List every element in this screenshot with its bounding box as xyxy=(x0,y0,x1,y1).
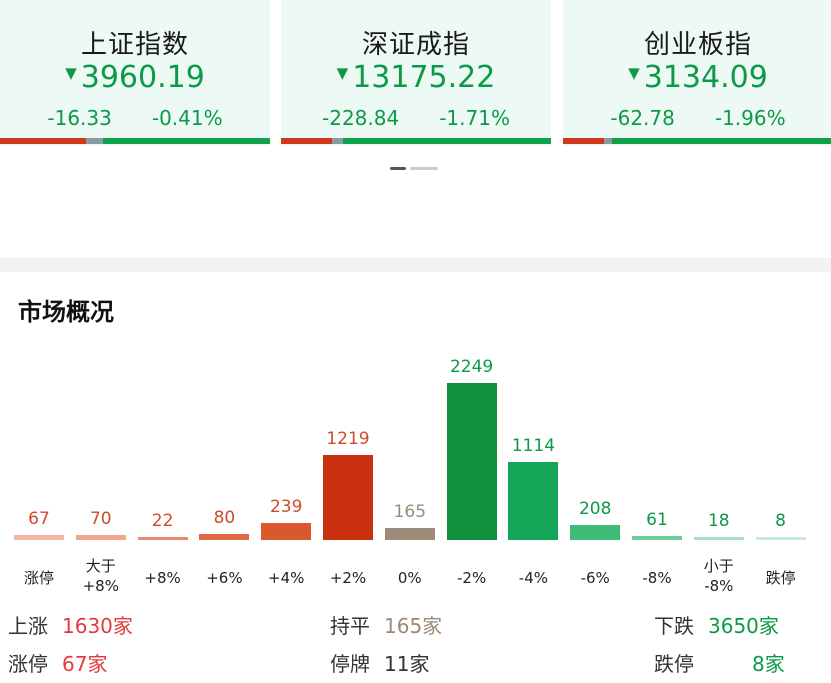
summary-flat-label: 持平 xyxy=(330,614,370,638)
chart-bar[interactable] xyxy=(755,537,806,540)
chart-category-label: -2% xyxy=(456,569,487,587)
summary-suspend-label: 停牌 xyxy=(330,652,370,676)
index-card-cyb[interactable]: 创业板指 ▼ 3134.09 -62.78 -1.96% xyxy=(563,0,831,146)
index-changes: -228.84 -1.71% xyxy=(281,106,551,130)
chart-bar[interactable] xyxy=(384,528,435,540)
chart-value-label: 1114 xyxy=(511,436,556,457)
section-divider xyxy=(0,258,831,272)
chart-value-label: 1219 xyxy=(326,428,370,449)
index-name: 上证指数 xyxy=(80,30,189,60)
chart-category-label: +6% xyxy=(206,569,243,587)
chart-category-label: +4% xyxy=(268,569,305,587)
chart-value-label: 165 xyxy=(393,502,427,523)
chart-category-label: 涨停 xyxy=(23,569,54,587)
chart-bar[interactable] xyxy=(693,537,744,540)
summary-down: 下跌 3650家 xyxy=(654,610,779,639)
chart-value-label: 8 xyxy=(775,511,786,531)
summary-limit-down-value: 8家 xyxy=(752,652,785,676)
down-arrow-icon: ▼ xyxy=(336,63,349,82)
chart-bar[interactable] xyxy=(75,535,126,540)
index-price-row: ▼ 3960.19 xyxy=(0,60,270,95)
summary-limit-up-label: 涨停 xyxy=(8,652,48,676)
chart-bar[interactable] xyxy=(14,535,64,540)
index-pct: -0.41% xyxy=(151,106,223,130)
flat-segment xyxy=(603,138,612,144)
summary-limit-up-value: 67家 xyxy=(62,652,108,676)
chart-category-label: 0% xyxy=(397,569,422,587)
index-price-row: ▼ 3134.09 xyxy=(563,60,831,95)
decline-segment xyxy=(611,138,831,144)
index-name: 深证成指 xyxy=(361,30,470,60)
advance-decline-bar xyxy=(563,138,831,144)
market-summary: 上涨 1630家 持平 165家 下跌 3650家 涨停 67家 停牌 11家 … xyxy=(0,604,831,683)
index-cards: 上证指数 ▼ 3960.19 -16.33 -0.41% 深证成指 ▼ 13175.… xyxy=(0,0,831,150)
summary-up: 上涨 1630家 xyxy=(8,610,133,639)
chart-bar[interactable] xyxy=(137,537,188,540)
index-card-sz[interactable]: 深证成指 ▼ 13175.22 -228.84 -1.71% xyxy=(281,0,551,146)
chart-category-label: 大于 +8% xyxy=(82,557,119,595)
advance-segment xyxy=(281,138,333,144)
summary-down-value: 3650家 xyxy=(708,614,779,638)
chart-bar[interactable] xyxy=(446,383,497,540)
summary-flat: 持平 165家 xyxy=(330,610,442,639)
chart-category-label: -6% xyxy=(580,569,610,587)
market-distribution-chart: 67 涨停 70 大于 +8% 22 +8% 80 +6% 239 +4% 1219 +2% 165 0% 2… xyxy=(0,340,831,600)
flat-segment xyxy=(332,138,344,144)
chart-category-label: +8% xyxy=(144,569,181,587)
chart-bar[interactable] xyxy=(632,535,682,540)
summary-suspend-value: 11家 xyxy=(384,652,430,676)
chart-category-label: -8% xyxy=(642,569,672,587)
carousel-dot-active[interactable] xyxy=(390,167,406,170)
index-price: 3134.09 xyxy=(643,60,768,95)
carousel-indicator[interactable] xyxy=(390,167,438,170)
index-changes: -62.78 -1.96% xyxy=(563,106,831,130)
chart-bar[interactable] xyxy=(199,534,250,540)
index-name: 创业板指 xyxy=(643,30,752,60)
advance-segment xyxy=(563,138,604,144)
summary-suspend: 停牌 11家 xyxy=(330,648,429,677)
summary-limit-up: 涨停 67家 xyxy=(8,648,107,677)
index-card-sh[interactable]: 上证指数 ▼ 3960.19 -16.33 -0.41% xyxy=(0,0,270,146)
chart-bar[interactable] xyxy=(508,462,559,540)
decline-segment xyxy=(343,138,551,144)
chart-category-label: -4% xyxy=(518,569,548,587)
carousel-dot[interactable] xyxy=(410,167,438,170)
down-arrow-icon: ▼ xyxy=(628,63,640,82)
chart-category-label: 跌停 xyxy=(765,569,796,587)
chart-bar[interactable] xyxy=(323,454,373,540)
chart-value-label: 239 xyxy=(269,497,303,518)
index-price: 3960.19 xyxy=(80,60,205,95)
decline-segment xyxy=(102,138,270,144)
index-change: -62.78 xyxy=(610,106,675,130)
index-change: -16.33 xyxy=(47,106,112,130)
advance-decline-bar xyxy=(0,138,270,144)
summary-limit-down-label: 跌停 xyxy=(654,652,694,676)
index-changes: -16.33 -0.41% xyxy=(0,106,270,130)
summary-up-label: 上涨 xyxy=(8,614,48,638)
chart-value-label: 2249 xyxy=(449,357,494,377)
index-pct: -1.96% xyxy=(714,106,786,130)
summary-flat-value: 165家 xyxy=(384,614,443,638)
chart-bar[interactable] xyxy=(570,525,621,540)
index-price-row: ▼ 13175.22 xyxy=(281,60,551,95)
flat-segment xyxy=(86,138,103,144)
advance-decline-bar xyxy=(281,138,551,144)
down-arrow-icon: ▼ xyxy=(65,63,77,82)
chart-category-label: +2% xyxy=(329,569,367,587)
summary-down-label: 下跌 xyxy=(654,614,694,638)
chart-category-label: 小于 -8% xyxy=(703,557,734,595)
index-pct: -1.71% xyxy=(439,106,510,130)
chart-bar[interactable] xyxy=(261,523,312,540)
section-title: 市场概况 xyxy=(18,298,114,326)
index-price: 13175.22 xyxy=(352,60,496,95)
advance-segment xyxy=(0,138,87,144)
summary-limit-down: 跌停 8家 xyxy=(654,648,785,677)
summary-up-value: 1630家 xyxy=(62,614,133,638)
index-change: -228.84 xyxy=(322,106,400,130)
